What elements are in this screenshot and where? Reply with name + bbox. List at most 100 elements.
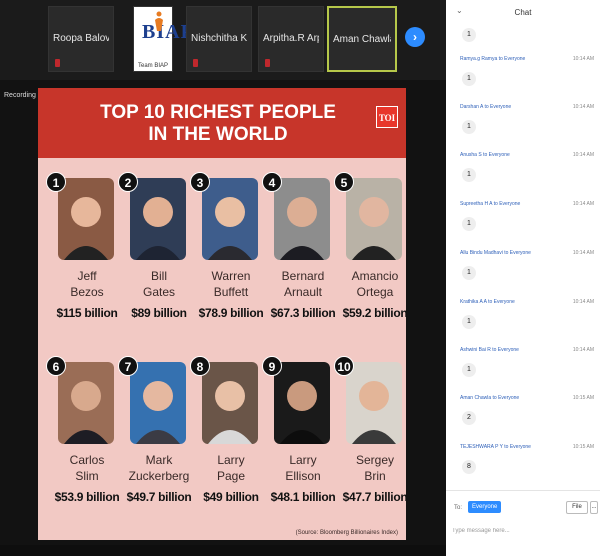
first-name: Mark (145, 453, 173, 467)
chat-sender[interactable]: Allu Bindu Madhavi to Everyone (460, 250, 531, 256)
chat-message-bubble: 1 (462, 266, 476, 280)
logo-person-icon (155, 11, 163, 31)
mic-muted-icon (193, 59, 198, 67)
chat-time: 10:14 AM (572, 104, 594, 110)
net-worth: $47.7 billion (342, 490, 408, 504)
participant-tile[interactable]: Arpitha.R Arpi... (258, 6, 324, 72)
person-name: Larry Ellison (262, 452, 344, 484)
shared-screen-slide: TOP 10 RICHEST PEOPLE IN THE WORLD TOI 1… (38, 88, 408, 540)
last-name: Ellison (285, 469, 321, 483)
person-name: Bernard Arnault (262, 268, 344, 300)
chat-message-bubble: 2 (462, 411, 476, 425)
last-name: Ortega (356, 285, 394, 299)
rank-badge: 7 (118, 356, 138, 376)
person-name: Jeff Bezos (46, 268, 128, 300)
rank-badge: 1 (46, 172, 66, 192)
first-name: Amancio (351, 269, 399, 283)
chat-sender[interactable]: Darshan A to Everyone (460, 104, 511, 110)
participant-tile[interactable]: Roopa Balove... (48, 6, 114, 72)
last-name: Brin (364, 469, 386, 483)
video-area: Roopa Balove... BIAP Team BIAP Nishchith… (0, 0, 446, 556)
portrait-image (202, 178, 258, 260)
participant-name: Aman Chawla (333, 34, 391, 45)
chat-sender[interactable]: Aman Chawla to Everyone (460, 395, 519, 401)
chat-message: Ashwini Bai R to Everyone 10:14 AM 1 (456, 347, 596, 393)
rank-badge: 9 (262, 356, 282, 376)
first-name: Larry (289, 453, 317, 467)
chat-message: Krathika A A to Everyone 10:14 AM 1 (456, 299, 596, 345)
chat-time: 10:15 AM (572, 444, 594, 450)
chat-time: 10:14 AM (572, 56, 594, 62)
chat-time: 10:14 AM (572, 347, 594, 353)
participant-name: Arpitha.R Arpi... (263, 33, 319, 44)
chat-message: Supreetha H A to Everyone 10:14 AM 1 (456, 201, 596, 247)
participant-strip: Roopa Balove... BIAP Team BIAP Nishchith… (0, 0, 446, 80)
chat-message-bubble: 8 (462, 460, 476, 474)
first-name: Warren (211, 269, 251, 283)
first-name: Jeff (77, 269, 97, 283)
person-name: Sergey Brin (334, 452, 416, 484)
first-name: Sergey (355, 453, 395, 467)
chat-sender[interactable]: TEJESHWARA P Y to Everyone (460, 444, 531, 450)
meeting-bottom-bar (0, 545, 446, 556)
portrait-image (58, 362, 114, 444)
toi-logo-badge: TOI (376, 106, 398, 128)
file-button[interactable]: File (566, 501, 588, 514)
portrait-image (58, 178, 114, 260)
chat-message: Anusha S to Everyone 10:14 AM 1 (456, 152, 596, 198)
rank-badge: 8 (190, 356, 210, 376)
first-name: Bill (150, 269, 167, 283)
more-options-button[interactable]: ... (590, 501, 598, 514)
first-name: Bernard (281, 269, 325, 283)
chat-message-bubble: 1 (462, 168, 476, 182)
chat-sender[interactable]: Anusha S to Everyone (460, 152, 510, 158)
portrait-image (274, 178, 330, 260)
participant-tile-active[interactable]: Aman Chawla (327, 6, 397, 72)
person-name: Warren Buffett (190, 268, 272, 300)
slide-title-line2: IN THE WORLD (148, 124, 288, 145)
chat-message-bubble: 1 (462, 217, 476, 231)
chat-sender[interactable]: Supreetha H A to Everyone (460, 201, 520, 207)
person-name: Carlos Slim (46, 452, 128, 484)
person-name: Amancio Ortega (334, 268, 416, 300)
slide-source-note: (Source: Bloomberg Billionaires Index) (295, 530, 398, 536)
person-name: Mark Zuckerberg (118, 452, 200, 484)
rank-badge: 3 (190, 172, 210, 192)
first-name: Larry (217, 453, 245, 467)
slide-title-line1: TOP 10 RICHEST PEOPLE (100, 102, 336, 123)
participant-tile[interactable]: Nishchitha K R (186, 6, 252, 72)
chat-panel: ⌄ Chat 1 Ramya.g Ramya to Everyone 10:14… (446, 0, 600, 556)
first-name: Carlos (69, 453, 105, 467)
portrait-image (346, 178, 402, 260)
last-name: Zuckerberg (128, 469, 190, 483)
to-label: To: (454, 505, 463, 511)
participant-tile-logo[interactable]: BIAP Team BIAP (133, 6, 193, 72)
chat-time: 10:14 AM (572, 201, 594, 207)
participant-tag: Team BIAP (138, 63, 169, 69)
chat-sender[interactable]: Ashwini Bai R to Everyone (460, 347, 519, 353)
chat-time: 10:15 AM (572, 395, 594, 401)
recipient-dropdown[interactable]: Everyone (468, 501, 502, 513)
portrait-image (274, 362, 330, 444)
last-name: Slim (75, 469, 99, 483)
portrait-image (130, 362, 186, 444)
chat-message-bubble: 1 (462, 315, 476, 329)
chat-sender[interactable]: Ramya.g Ramya to Everyone (460, 56, 525, 62)
chat-message-input[interactable] (452, 523, 594, 539)
chat-sender[interactable]: Krathika A A to Everyone (460, 299, 515, 305)
chat-title: Chat (514, 8, 532, 17)
chat-message-bubble: 1 (462, 120, 476, 134)
slide-title: TOP 10 RICHEST PEOPLE IN THE WORLD (98, 102, 338, 146)
chat-message: TEJESHWARA P Y to Everyone 10:15 AM 8 (456, 444, 596, 490)
portrait-image (130, 178, 186, 260)
last-name: Gates (142, 285, 175, 299)
portrait-image (346, 362, 402, 444)
chat-time: 10:14 AM (572, 152, 594, 158)
rank-badge: 5 (334, 172, 354, 192)
chat-time: 10:14 AM (572, 299, 594, 305)
rank-badge: 10 (334, 356, 354, 376)
chat-message: Allu Bindu Madhavi to Everyone 10:14 AM … (456, 250, 596, 296)
next-page-button[interactable]: › (405, 27, 425, 47)
last-name: Buffett (213, 285, 249, 299)
chat-message-bubble: 1 (462, 28, 476, 42)
